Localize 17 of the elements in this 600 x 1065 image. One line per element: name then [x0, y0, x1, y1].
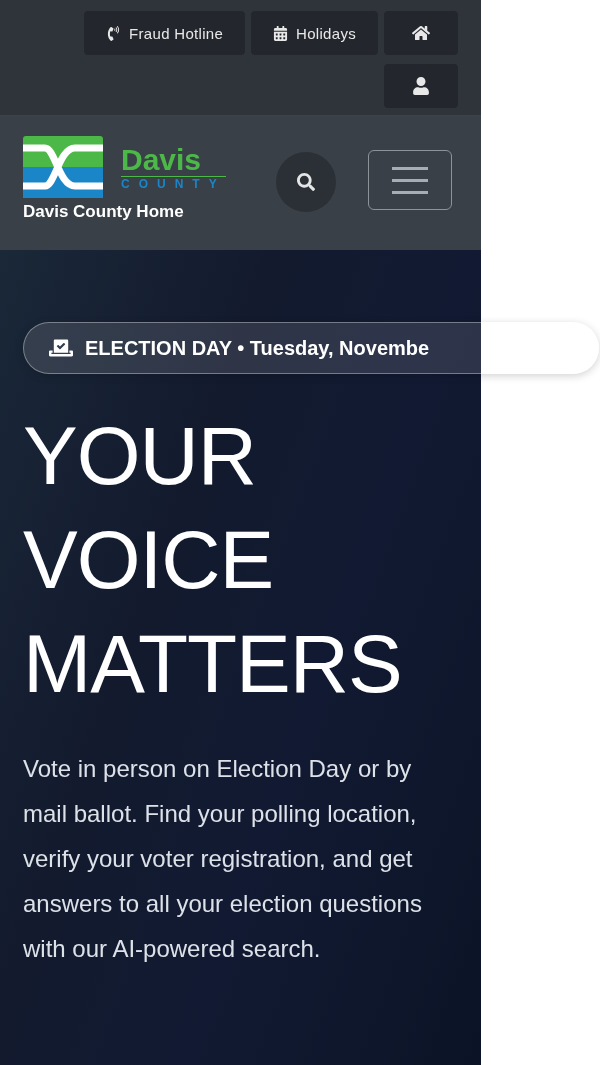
home-button[interactable] — [384, 11, 458, 55]
logo-subtitle: COUNTY — [121, 175, 226, 191]
calendar-icon — [273, 25, 289, 41]
logo-icon — [23, 136, 103, 198]
hero-title: YOUR VOICE MATTERS — [23, 409, 403, 711]
home-icon — [412, 24, 430, 42]
search-icon — [296, 173, 315, 191]
menu-button[interactable] — [367, 150, 452, 210]
account-button[interactable] — [384, 64, 458, 108]
user-icon — [412, 77, 430, 95]
holidays-button[interactable]: Holidays — [251, 11, 378, 55]
logo-name: Davis — [121, 143, 203, 176]
badge-text: ELECTION DAY • Tuesday, Novembe — [85, 336, 430, 360]
home-link[interactable]: Davis County Home — [23, 202, 226, 222]
phone-icon — [106, 25, 122, 41]
hotline-button[interactable]: Fraud Hotline — [84, 11, 246, 55]
hero-description: Vote in person on Election Day or by mail ballot. Find your polling location, verify your voter registration, and get answers to all your election questions with our AI-powered search. — [23, 754, 423, 964]
